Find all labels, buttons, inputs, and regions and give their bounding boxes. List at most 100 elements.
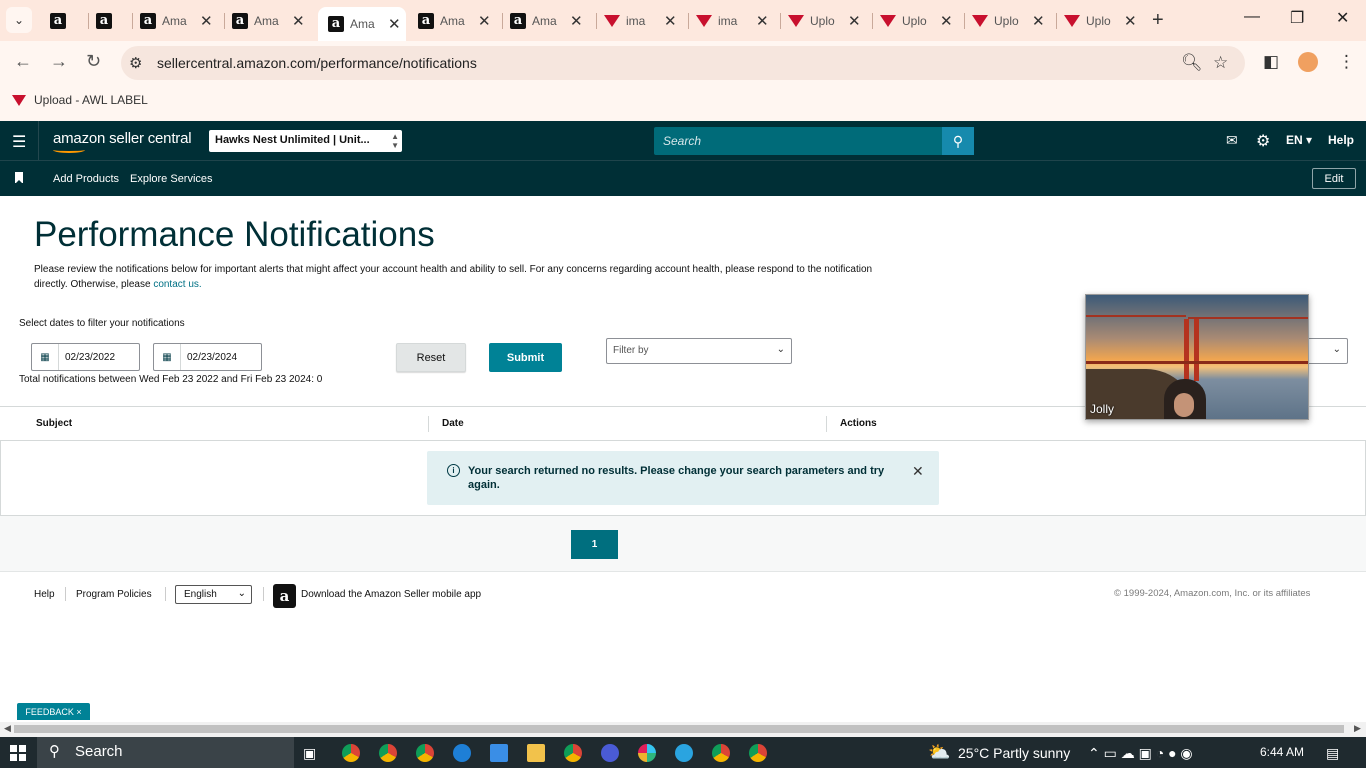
browser-tab[interactable]: a Ama ✕ [232,7,305,35]
calendar-icon[interactable]: ▦ [154,344,181,370]
bookmark-upload-awl[interactable]: Upload - AWL LABEL [12,93,148,107]
close-alert-icon[interactable]: ✕ [912,463,924,480]
browser-menu-icon[interactable]: ⋮ [1338,52,1355,72]
help-link[interactable]: Help [1328,133,1354,147]
explore-services-link[interactable]: Explore Services [130,173,213,185]
close-tab-icon[interactable]: ✕ [940,12,953,30]
search-button[interactable]: ⚲ [942,127,974,155]
chrome-icon[interactable] [342,744,360,762]
store-icon[interactable] [490,744,508,762]
account-selector[interactable]: Hawks Nest Unlimited | Unit... ▲ ▼ [209,130,402,152]
column-date[interactable]: Date [442,418,464,429]
url-text[interactable]: sellercentral.amazon.com/performance/not… [157,55,477,71]
zoom-icon[interactable] [601,744,619,762]
amazon-app-icon[interactable]: a [273,584,296,608]
browser-tab[interactable]: a [50,7,72,35]
column-subject[interactable]: Subject [36,418,72,429]
browser-tab[interactable]: a [96,7,118,35]
add-products-link[interactable]: Add Products [53,173,119,185]
scroll-right-icon[interactable]: ▶ [1354,723,1361,734]
filter-by-select[interactable]: Filter by ⌄ [606,338,792,364]
new-tab-button[interactable]: + [1152,9,1164,32]
browser-tab[interactable]: ima ✕ [696,7,769,35]
close-tab-icon[interactable]: ✕ [664,12,677,30]
profile-avatar[interactable] [1298,52,1318,72]
close-tab-icon[interactable]: ✕ [756,12,769,30]
weather-icon[interactable]: ⛅ [928,742,950,763]
mail-icon[interactable]: ✉ [1226,132,1238,149]
close-tab-icon[interactable]: ✕ [292,12,305,30]
hamburger-menu-icon[interactable]: ☰ [12,132,26,152]
minimize-button[interactable]: — [1244,8,1260,26]
browser-tab[interactable]: Uplo ✕ [788,7,861,35]
reload-button[interactable]: ↻ [86,51,101,72]
updown-arrows-icon: ▲ ▼ [391,132,399,150]
close-tab-icon[interactable]: ✕ [1032,12,1045,30]
slack-icon[interactable] [638,744,656,762]
close-tab-icon[interactable]: ✕ [1124,12,1137,30]
browser-tab[interactable]: a Ama ✕ [510,7,583,35]
header-search-input[interactable]: Search [654,127,942,155]
end-date-input[interactable]: ▦ 02/23/2024 [153,343,262,371]
taskbar-search[interactable]: ⚲ Search [37,737,294,768]
telegram-icon[interactable] [675,744,693,762]
program-policies-link[interactable]: Program Policies [76,589,152,600]
weather-text[interactable]: 25°C Partly sunny [958,745,1070,761]
notifications-icon[interactable]: ▤ [1326,745,1339,762]
file-explorer-icon[interactable] [527,744,545,762]
browser-tab[interactable]: Uplo ✕ [880,7,953,35]
close-tab-icon[interactable]: ✕ [200,12,213,30]
tray-icons[interactable]: ⌃ ▭ ☁ ▣ ◔ ● ◉ [1088,745,1193,762]
edge-icon[interactable] [453,744,471,762]
edit-nav-button[interactable]: Edit [1312,168,1356,189]
bookmark-icon[interactable] [15,172,23,184]
calendar-icon[interactable]: ▦ [32,344,59,370]
chrome-icon[interactable] [749,744,767,762]
chrome-icon[interactable] [379,744,397,762]
browser-tab[interactable]: ima ✕ [604,7,677,35]
feedback-button[interactable]: FEEDBACK × [17,703,90,720]
chrome-icon[interactable] [564,744,582,762]
download-app-link[interactable]: Download the Amazon Seller mobile app [301,589,481,600]
close-feedback-icon[interactable]: × [76,707,81,717]
forward-button[interactable]: → [50,51,68,72]
browser-tab[interactable]: Uplo ✕ [1064,7,1137,35]
settings-gear-icon[interactable]: ⚙ [1256,131,1270,151]
horizontal-scrollbar[interactable]: ◀ ▶ [0,722,1366,737]
scroll-left-icon[interactable]: ◀ [4,723,11,734]
side-panel-icon[interactable]: ◧ [1263,52,1279,72]
browser-tab[interactable]: a Ama ✕ [318,7,406,41]
browser-tab[interactable]: a Ama ✕ [418,7,491,35]
chrome-icon[interactable] [416,744,434,762]
close-tab-icon[interactable]: ✕ [848,12,861,30]
clock[interactable]: 6:44 AM [1260,745,1304,759]
task-view-icon[interactable]: ▣ [303,745,316,762]
close-tab-icon[interactable]: ✕ [388,15,401,33]
close-window-button[interactable]: ✕ [1336,8,1349,28]
scrollbar-thumb[interactable] [14,725,1344,733]
contact-us-link[interactable]: contact us. [153,279,201,290]
zoom-icon[interactable]: 🔍︎ [1181,53,1203,73]
submit-button[interactable]: Submit [489,343,562,372]
windows-start-icon[interactable] [10,745,26,761]
close-tab-icon[interactable]: ✕ [570,12,583,30]
browser-tab[interactable]: a Ama ✕ [140,7,213,35]
address-bar[interactable]: ⚙ sellercentral.amazon.com/performance/n… [121,46,1245,80]
bookmark-star-icon[interactable]: ☆ [1213,53,1228,73]
start-date-input[interactable]: ▦ 02/23/2022 [31,343,140,371]
reset-button[interactable]: Reset [396,343,466,372]
close-tab-icon[interactable]: ✕ [478,12,491,30]
footer-language-select[interactable]: English ⌄ [175,585,252,604]
sort-select[interactable]: ⌄ [1304,338,1348,364]
footer-help-link[interactable]: Help [34,589,55,600]
tab-search-dropdown[interactable]: ⌄ [6,7,32,33]
browser-tab[interactable]: Uplo ✕ [972,7,1045,35]
back-button[interactable]: ← [14,51,32,72]
language-selector[interactable]: EN ▾ [1286,133,1312,147]
page-button[interactable]: 1 [571,530,618,559]
site-info-icon[interactable]: ⚙ [129,54,142,72]
restore-button[interactable]: ❐ [1290,8,1304,28]
chrome-icon[interactable] [712,744,730,762]
video-call-overlay[interactable]: Jolly [1085,294,1309,420]
seller-central-logo[interactable]: amazon seller central [53,130,192,153]
